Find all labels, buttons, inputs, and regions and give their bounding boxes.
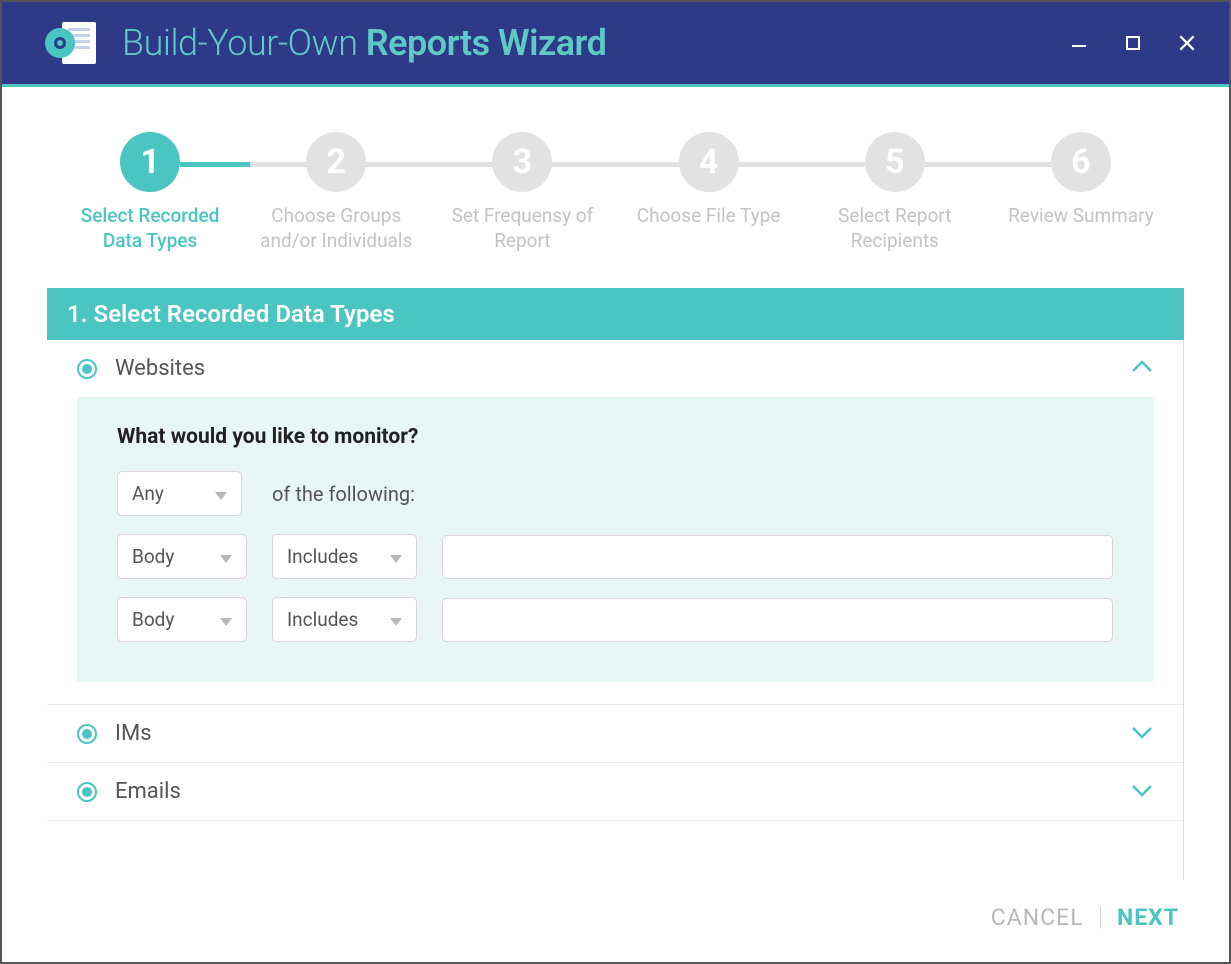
step-label: Review Summary (1008, 204, 1154, 229)
step-circle: 5 (865, 132, 925, 192)
monitor-question: What would you like to monitor? (117, 425, 1113, 449)
dropdown-value: Any (132, 482, 164, 505)
quantifier-row: Any of the following: (117, 471, 1113, 516)
field-dropdown[interactable]: Body (117, 534, 247, 579)
titlebar-title: Build-Your-Own Reports Wizard (122, 22, 1067, 64)
rule-row-2: Body Includes (117, 597, 1113, 642)
next-button[interactable]: NEXT (1117, 904, 1179, 931)
reports-wizard-window: Build-Your-Own Reports Wizard 1 Select R… (2, 2, 1229, 962)
wizard-content: 1. Select Recorded Data Types Websites W… (2, 278, 1229, 880)
step-1[interactable]: 1 Select Recorded Data Types (57, 132, 243, 253)
data-types-list[interactable]: Websites What would you like to monitor?… (47, 340, 1184, 880)
websites-filter-panel: What would you like to monitor? Any of t… (77, 397, 1153, 682)
data-type-websites: Websites What would you like to monitor?… (47, 340, 1183, 705)
step-label: Choose File Type (637, 204, 781, 229)
title-bold: Reports Wizard (366, 22, 607, 64)
footer-divider: | (1098, 902, 1103, 932)
dropdown-value: Body (132, 545, 174, 568)
accordion-header-ims[interactable]: IMs (47, 705, 1183, 762)
section-header: 1. Select Recorded Data Types (47, 288, 1184, 340)
field-dropdown[interactable]: Body (117, 597, 247, 642)
wizard-footer: CANCEL | NEXT (2, 880, 1229, 962)
accordion-header-emails[interactable]: Emails (47, 763, 1183, 820)
step-6[interactable]: 6 Review Summary (988, 132, 1174, 229)
radio-selected-icon[interactable] (77, 724, 97, 744)
step-5[interactable]: 5 Select Report Recipients (802, 132, 988, 253)
accordion-header-websites[interactable]: Websites (47, 340, 1183, 397)
step-label: Choose Groups and/or Individuals (246, 204, 426, 253)
dropdown-value: Body (132, 608, 174, 631)
titlebar: Build-Your-Own Reports Wizard (2, 2, 1229, 87)
following-label: of the following: (272, 482, 415, 506)
rule-value-input[interactable] (442, 598, 1113, 642)
dropdown-value: Includes (287, 608, 358, 631)
data-type-emails: Emails (47, 763, 1183, 821)
rule-row-1: Body Includes (117, 534, 1113, 579)
minimize-button[interactable] (1067, 31, 1091, 55)
step-circle: 2 (306, 132, 366, 192)
radio-selected-icon[interactable] (77, 359, 97, 379)
accordion-title: IMs (115, 721, 1131, 746)
caret-down-icon (390, 545, 402, 568)
step-4[interactable]: 4 Choose File Type (616, 132, 802, 229)
chevron-down-icon (1131, 724, 1153, 743)
chevron-down-icon (1131, 782, 1153, 801)
title-light: Build-Your-Own (122, 22, 366, 64)
cancel-button[interactable]: CANCEL (991, 904, 1084, 931)
step-label: Select Report Recipients (805, 204, 985, 253)
step-2[interactable]: 2 Choose Groups and/or Individuals (243, 132, 429, 253)
accordion-title: Emails (115, 779, 1131, 804)
step-circle: 6 (1051, 132, 1111, 192)
caret-down-icon (390, 608, 402, 631)
rule-value-input[interactable] (442, 535, 1113, 579)
operator-dropdown[interactable]: Includes (272, 597, 417, 642)
window-controls (1067, 31, 1199, 55)
caret-down-icon (220, 545, 232, 568)
dropdown-value: Includes (287, 545, 358, 568)
accordion-title: Websites (115, 356, 1131, 381)
wizard-stepper: 1 Select Recorded Data Types 2 Choose Gr… (2, 87, 1229, 278)
step-3[interactable]: 3 Set Frequensy of Report (429, 132, 615, 253)
data-type-ims: IMs (47, 705, 1183, 763)
step-circle: 1 (120, 132, 180, 192)
maximize-button[interactable] (1121, 31, 1145, 55)
step-label: Select Recorded Data Types (60, 204, 240, 253)
chevron-up-icon (1131, 359, 1153, 378)
close-button[interactable] (1175, 31, 1199, 55)
step-label: Set Frequensy of Report (432, 204, 612, 253)
step-circle: 4 (679, 132, 739, 192)
app-logo-icon (42, 18, 102, 68)
radio-selected-icon[interactable] (77, 782, 97, 802)
caret-down-icon (220, 608, 232, 631)
quantifier-dropdown[interactable]: Any (117, 471, 242, 516)
operator-dropdown[interactable]: Includes (272, 534, 417, 579)
caret-down-icon (215, 482, 227, 505)
step-circle: 3 (492, 132, 552, 192)
